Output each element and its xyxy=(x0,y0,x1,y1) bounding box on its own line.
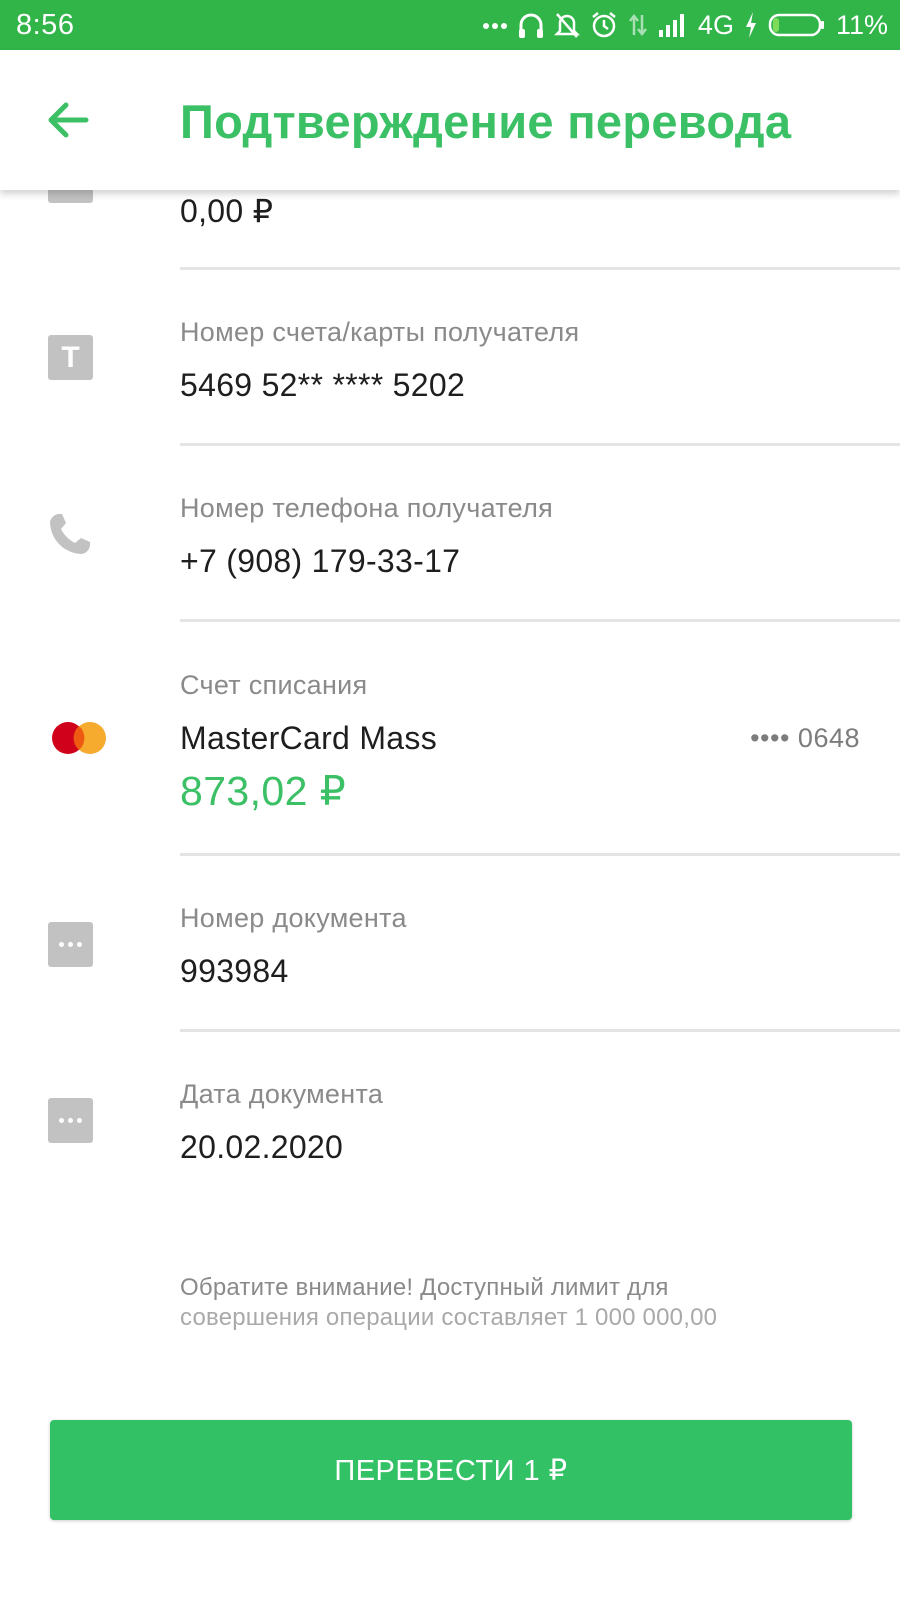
battery-percent: 11% xyxy=(835,9,888,40)
battery-icon xyxy=(768,13,824,37)
limit-notice-line2: совершения операции составляет 1 000 000… xyxy=(180,1304,718,1331)
recipient-account-value: 5469 52** **** 5202 xyxy=(180,367,466,403)
mastercard-icon xyxy=(52,722,106,754)
more-dots-field-icon xyxy=(48,1098,93,1143)
more-dots-icon xyxy=(482,23,507,29)
alarm-icon xyxy=(592,12,616,38)
headphones-icon xyxy=(518,13,543,38)
divider xyxy=(180,267,900,270)
commission-value: 0,00 ₽ xyxy=(180,193,274,229)
status-icons: 4G 11% xyxy=(482,7,888,43)
divider xyxy=(180,853,900,856)
data-arrows-icon xyxy=(628,13,647,37)
app-bar: Подтверждение перевода xyxy=(0,50,900,190)
recipient-account-label: Номер счета/карты получателя xyxy=(180,317,580,347)
document-number-label: Номер документа xyxy=(180,903,407,933)
page-title: Подтверждение перевода xyxy=(180,95,792,148)
signal-icon xyxy=(658,14,684,37)
text-field-icon: T xyxy=(48,335,93,380)
transfer-button[interactable]: ПЕРЕВЕСТИ 1 ₽ xyxy=(50,1420,852,1520)
mute-bell-icon xyxy=(553,13,580,38)
limit-notice-line1: Обратите внимание! Доступный лимит для xyxy=(180,1274,669,1301)
status-time: 8:56 xyxy=(16,9,75,41)
more-dots-field-icon xyxy=(48,922,93,967)
document-date-label: Дата документа xyxy=(180,1079,384,1109)
card-number-mask: •••• 0648 xyxy=(750,723,860,753)
transfer-details[interactable]: 0,00 ₽ T Номер счета/карты получателя 54… xyxy=(0,190,900,1600)
network-type: 4G xyxy=(697,9,734,40)
divider xyxy=(180,619,900,622)
document-date-value: 20.02.2020 xyxy=(180,1129,344,1165)
document-number-value: 993984 xyxy=(180,953,289,989)
status-bar: 8:56 4G 11% xyxy=(0,0,900,50)
debit-account-label: Счет списания xyxy=(180,670,368,700)
divider xyxy=(180,443,900,446)
phone-icon xyxy=(50,514,90,554)
card-balance: 873,02 ₽ xyxy=(180,768,347,814)
card-name: MasterCard Mass xyxy=(180,720,437,756)
screen: 8:56 4G 11% Подтверждение перевода 0,00 … xyxy=(0,0,900,1600)
divider xyxy=(180,1029,900,1032)
commission-icon xyxy=(48,190,93,203)
recipient-phone-value: +7 (908) 179-33-17 xyxy=(180,543,461,579)
limit-notice: Обратите внимание! Доступный лимит для с… xyxy=(180,1273,820,1333)
arrow-left-icon[interactable] xyxy=(44,96,92,144)
recipient-phone-label: Номер телефона получателя xyxy=(180,493,554,523)
charging-icon xyxy=(745,12,756,38)
